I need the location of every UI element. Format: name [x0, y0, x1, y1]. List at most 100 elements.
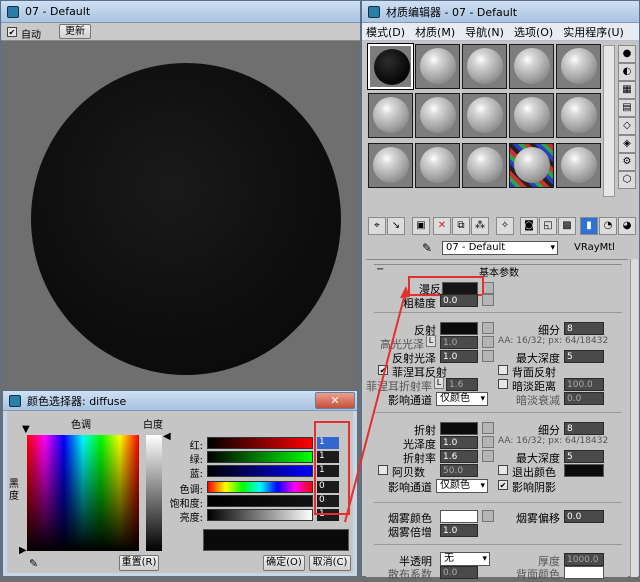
sample-slot-6[interactable]	[368, 93, 413, 138]
reflect-map-button[interactable]	[482, 322, 494, 334]
refract-gloss-map-button[interactable]	[482, 436, 494, 448]
sample-slot-12[interactable]	[415, 143, 460, 188]
sibling-icon[interactable]: ◕	[618, 217, 636, 235]
menu-mode[interactable]: 模式(D)	[366, 24, 405, 40]
put-to-scene-icon[interactable]: ↘	[387, 217, 405, 235]
dim-distance-checkbox[interactable]	[498, 379, 508, 389]
menu-material[interactable]: 材质(M)	[415, 24, 455, 40]
eyedropper-small-icon[interactable]: ✎	[29, 557, 38, 570]
reset-button[interactable]: 重置(R)	[119, 555, 159, 571]
fog-color-map-button[interactable]	[482, 510, 494, 522]
material-name-dropdown[interactable]: 07 - Default	[442, 241, 558, 255]
backlight-icon[interactable]: ◐	[618, 63, 636, 81]
reflect-subdivs-spinner[interactable]: 8	[564, 322, 604, 335]
refract-subdivs-spinner[interactable]: 8	[564, 422, 604, 435]
sample-slot-9[interactable]	[509, 93, 554, 138]
roughness-spinner[interactable]: 0.0	[440, 294, 478, 307]
translucency-dropdown[interactable]: 无	[440, 552, 490, 566]
go-to-parent-icon[interactable]: ▮	[580, 217, 598, 235]
background-icon[interactable]: ▦	[618, 81, 636, 99]
refract-channel-dropdown[interactable]: 仅颜色	[436, 479, 488, 493]
color-picker-titlebar[interactable]: 颜色选择器: diffuse	[3, 391, 357, 411]
back-color-swatch[interactable]	[564, 566, 604, 579]
abbe-spinner[interactable]: 50.0	[440, 464, 478, 477]
reflect-gloss-spinner[interactable]: 1.0	[440, 350, 478, 363]
refract-map-button[interactable]	[482, 422, 494, 434]
scatter-coeff-spinner[interactable]: 0.0	[440, 566, 478, 579]
fog-mult-spinner[interactable]: 1.0	[440, 524, 478, 537]
exit-color-swatch[interactable]	[564, 464, 604, 477]
ok-button[interactable]: 确定(O)	[263, 555, 305, 571]
sample-slot-14[interactable]	[509, 143, 554, 188]
dim-falloff-spinner[interactable]: 0.0	[564, 392, 604, 405]
sample-slot-13[interactable]	[462, 143, 507, 188]
render-window-titlebar[interactable]: 07 - Default	[1, 1, 360, 23]
show-map-icon[interactable]: ◱	[539, 217, 557, 235]
eyedropper-icon[interactable]: ✎	[422, 241, 432, 255]
update-button[interactable]: 更新	[59, 24, 91, 39]
sample-slot-10[interactable]	[556, 93, 601, 138]
menu-utilities[interactable]: 实用程序(U)	[563, 24, 624, 40]
saturation-slider[interactable]	[207, 495, 313, 507]
red-slider[interactable]	[207, 437, 313, 449]
auto-checkbox[interactable]: ✔	[7, 27, 17, 37]
reset-material-icon[interactable]: ✕	[433, 217, 451, 235]
show-end-result-icon[interactable]: ▩	[558, 217, 576, 235]
assign-material-icon[interactable]: ▣	[412, 217, 430, 235]
menu-navigation[interactable]: 导航(N)	[465, 24, 504, 40]
roughness-map-button[interactable]	[482, 294, 494, 306]
copy-material-icon[interactable]: ⧉	[452, 217, 470, 235]
reflect-channel-dropdown[interactable]: 仅颜色	[436, 392, 488, 406]
fresnel-ior-lock-button[interactable]: L	[434, 377, 444, 389]
fresnel-checkbox[interactable]: ✔	[378, 365, 388, 375]
sample-slot-1[interactable]	[367, 43, 414, 90]
value-slider[interactable]	[207, 509, 313, 521]
get-material-icon[interactable]: ⌖	[368, 217, 386, 235]
fog-color-swatch[interactable]	[440, 510, 478, 523]
refract-color-swatch[interactable]	[440, 422, 478, 435]
go-forward-icon[interactable]: ◔	[599, 217, 617, 235]
hue-whiteness-spectrum[interactable]	[27, 435, 139, 551]
refract-depth-spinner[interactable]: 5	[564, 450, 604, 463]
sample-slot-5[interactable]	[556, 44, 601, 89]
params-scrollbar[interactable]	[630, 259, 638, 577]
backside-checkbox[interactable]	[498, 365, 508, 375]
sample-slot-4[interactable]	[509, 44, 554, 89]
hilight-map-button[interactable]	[482, 336, 494, 348]
hue-slider[interactable]	[207, 481, 313, 493]
sample-slot-15[interactable]	[556, 143, 601, 188]
dim-distance-spinner[interactable]: 100.0	[564, 378, 604, 391]
hilight-lock-button[interactable]: L	[426, 335, 436, 347]
material-id-icon[interactable]: ◙	[520, 217, 538, 235]
close-button[interactable]: ✕	[315, 392, 355, 409]
make-preview-icon[interactable]: ◈	[618, 135, 636, 153]
reflect-color-swatch[interactable]	[440, 322, 478, 335]
unique-icon[interactable]: ⁂	[471, 217, 489, 235]
refract-gloss-spinner[interactable]: 1.0	[440, 436, 478, 449]
select-by-material-icon[interactable]: ⬡	[618, 171, 636, 189]
reflect-depth-spinner[interactable]: 5	[564, 350, 604, 363]
menu-options[interactable]: 选项(O)	[514, 24, 553, 40]
fresnel-ior-spinner[interactable]: 1.6	[446, 378, 478, 391]
thickness-spinner[interactable]: 1000.0	[564, 553, 604, 566]
options-icon[interactable]: ⚙	[618, 153, 636, 171]
material-type-button[interactable]: VRayMtl	[574, 242, 615, 253]
sample-slot-8[interactable]	[462, 93, 507, 138]
ior-spinner[interactable]: 1.6	[440, 450, 478, 463]
slot-scrollbar[interactable]	[603, 45, 615, 197]
sample-slot-3[interactable]	[462, 44, 507, 89]
put-to-library-icon[interactable]: ✧	[496, 217, 514, 235]
green-slider[interactable]	[207, 451, 313, 463]
blue-slider[interactable]	[207, 465, 313, 477]
video-check-icon[interactable]: ◇	[618, 117, 636, 135]
sample-slot-2[interactable]	[415, 44, 460, 89]
abbe-checkbox[interactable]	[378, 465, 388, 475]
blackness-bar[interactable]	[146, 435, 162, 551]
sample-slot-7[interactable]	[415, 93, 460, 138]
ior-map-button[interactable]	[482, 450, 494, 462]
exit-color-checkbox[interactable]	[498, 465, 508, 475]
reflect-gloss-map-button[interactable]	[482, 350, 494, 362]
cancel-button[interactable]: 取消(C)	[309, 555, 351, 571]
sample-slot-11[interactable]	[368, 143, 413, 188]
affect-shadows-checkbox[interactable]: ✔	[498, 480, 508, 490]
